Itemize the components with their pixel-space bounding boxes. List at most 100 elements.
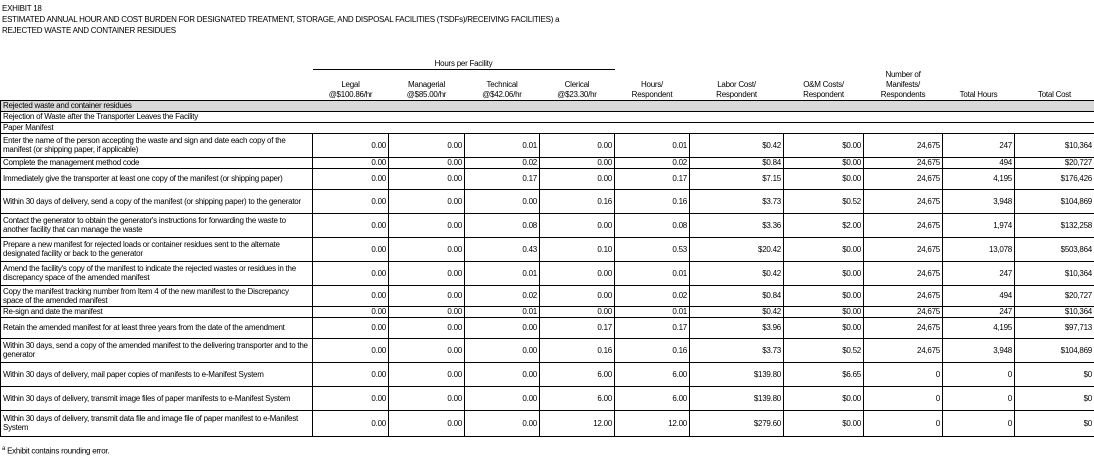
cell-om: $0.00 (783, 305, 864, 318)
cell-clerical: 6.00 (539, 385, 615, 411)
cell-number: 24,675 (863, 305, 943, 318)
cell-managerial: 0.00 (388, 305, 465, 318)
cell-total-cost: $104,869 (1014, 188, 1094, 214)
cell-number: 0 (863, 361, 943, 387)
cell-legal: 0.00 (312, 316, 389, 339)
cell-clerical: 0.10 (539, 236, 615, 262)
cell-total-hours: 247 (942, 305, 1015, 318)
cell-labor: $3.73 (689, 337, 784, 363)
cell-legal: 0.00 (312, 167, 389, 190)
cell-om: $0.00 (783, 236, 864, 262)
subsubsection-row: Paper Manifest (0, 121, 1094, 134)
row-description: Amend the facility's copy of the manifes… (0, 260, 313, 286)
cell-labor: $7.15 (689, 167, 784, 190)
cell-labor: $3.36 (689, 212, 784, 238)
cell-om: $0.52 (783, 188, 864, 214)
cell-total-hours: 0 (942, 385, 1015, 411)
cell-total-cost: $176,426 (1014, 167, 1094, 190)
cell-total-hours: 494 (942, 156, 1015, 169)
cell-technical: 0.43 (464, 236, 540, 262)
cell-number: 24,675 (863, 167, 943, 190)
cell-clerical: 6.00 (539, 361, 615, 387)
cell-labor: $0.42 (689, 260, 784, 286)
cell-om: $0.00 (783, 156, 864, 169)
cell-total-cost: $0 (1014, 361, 1094, 387)
table-row: Within 30 days of delivery, transmit dat… (0, 409, 1094, 437)
cell-om: $6.65 (783, 361, 864, 387)
cell-om: $0.00 (783, 132, 864, 158)
cell-legal: 0.00 (312, 260, 389, 286)
exhibit-title-line1: ESTIMATED ANNUAL HOUR AND COST BURDEN FO… (2, 15, 560, 24)
cell-technical: 0.01 (464, 260, 540, 286)
col-header-managerial: Managerial @$85.00/hr (406, 79, 447, 99)
cell-labor: $0.42 (689, 305, 784, 318)
cell-labor: $0.84 (689, 156, 784, 169)
cell-legal: 0.00 (312, 385, 389, 411)
cell-total-hours: 0 (942, 361, 1015, 387)
col-header-technical: Technical @$42.06/hr (482, 79, 522, 99)
row-description: Within 30 days of delivery, transmit dat… (0, 409, 313, 437)
table-row: Complete the management method code 0.00 0… (0, 156, 1094, 169)
cell-number: 24,675 (863, 188, 943, 214)
cell-technical: 0.02 (464, 156, 540, 169)
cell-total-hours: 1,974 (942, 212, 1015, 238)
cell-total-hours: 4,195 (942, 167, 1015, 190)
cell-number: 24,675 (863, 284, 943, 307)
footnote-text: Exhibit contains rounding error. (7, 446, 110, 456)
cell-clerical: 0.00 (539, 212, 615, 238)
header-group-row: Hours per Facility (1, 58, 1094, 70)
table-row: Amend the facility's copy of the manifes… (0, 260, 1094, 286)
col-header-total-hours: Total Hours (959, 89, 998, 99)
row-description: Immediately give the transporter at leas… (0, 167, 313, 190)
col-header-clerical: Clerical @$23.30/hr (557, 79, 597, 99)
cell-total-hours: 3,948 (942, 337, 1015, 363)
cell-hours: 0.16 (614, 337, 690, 363)
cell-number: 24,675 (863, 212, 943, 238)
cell-legal: 0.00 (312, 337, 389, 363)
row-description: Enter the name of the person accepting t… (0, 132, 313, 158)
cell-number: 24,675 (863, 337, 943, 363)
cell-managerial: 0.00 (388, 385, 465, 411)
cell-om: $0.00 (783, 167, 864, 190)
cell-om: $2.00 (783, 212, 864, 238)
cell-technical: 0.00 (464, 337, 540, 363)
cell-total-cost: $97,713 (1014, 316, 1094, 339)
cell-legal: 0.00 (312, 361, 389, 387)
cell-total-cost: $132,258 (1014, 212, 1094, 238)
cell-clerical: 0.16 (539, 337, 615, 363)
cell-technical: 0.01 (464, 305, 540, 318)
header-column-row: Legal @$100.86/hr Managerial @$85.00/hr Te… (1, 70, 1094, 101)
table-row: Re-sign and date the manifest 0.00 0.00 0.0… (0, 305, 1094, 318)
cell-technical: 0.17 (464, 167, 540, 190)
cell-hours: 0.01 (614, 260, 690, 286)
cell-hours: 0.16 (614, 188, 690, 214)
cell-managerial: 0.00 (388, 337, 465, 363)
section-row: Rejected waste and container residues (0, 99, 1094, 112)
cell-number: 0 (863, 409, 943, 437)
cell-hours: 12.00 (614, 409, 690, 437)
cell-total-cost: $0 (1014, 409, 1094, 437)
cell-technical: 0.00 (464, 188, 540, 214)
exhibit-title-line2: REJECTED WASTE AND CONTAINER RESIDUES (2, 26, 176, 35)
cell-hours: 0.01 (614, 305, 690, 318)
cell-legal: 0.00 (312, 409, 389, 437)
cell-total-hours: 0 (942, 409, 1015, 437)
cell-legal: 0.00 (312, 305, 389, 318)
cell-clerical: 0.00 (539, 132, 615, 158)
hours-per-facility-header: Hours per Facility (312, 58, 615, 70)
row-description: Re-sign and date the manifest (0, 305, 313, 318)
subsubsection-label: Paper Manifest (0, 121, 1094, 134)
cell-clerical: 0.00 (539, 167, 615, 190)
row-description: Within 30 days, send a copy of the amend… (0, 337, 313, 363)
row-description: Prepare a new manifest for rejected load… (0, 236, 313, 262)
cell-clerical: 0.16 (539, 188, 615, 214)
cell-managerial: 0.00 (388, 361, 465, 387)
cell-managerial: 0.00 (388, 409, 465, 437)
cell-clerical: 0.00 (539, 305, 615, 318)
cell-technical: 0.08 (464, 212, 540, 238)
cell-managerial: 0.00 (388, 284, 465, 307)
cell-legal: 0.00 (312, 188, 389, 214)
cell-labor: $3.73 (689, 188, 784, 214)
row-description: Within 30 days of delivery, transmit ima… (0, 385, 313, 411)
cell-total-cost: $104,869 (1014, 337, 1094, 363)
